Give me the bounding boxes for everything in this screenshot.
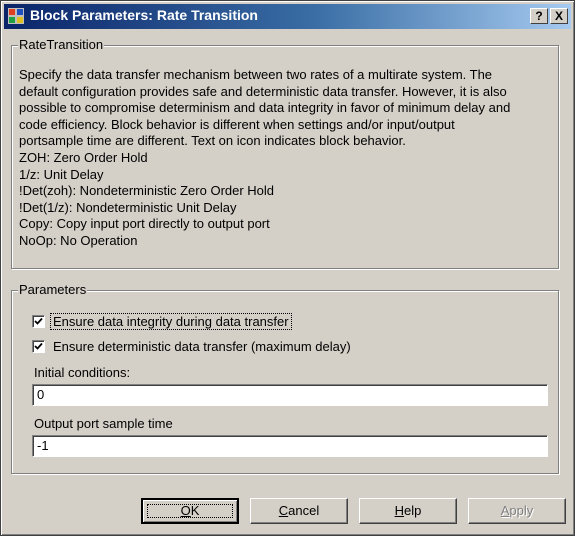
block-description: Specify the data transfer mechanism betw… [19,67,559,250]
initial-conditions-input[interactable]: 0 [32,384,548,406]
checkbox-box[interactable] [32,315,45,328]
window-title: Block Parameters: Rate Transition [30,7,258,23]
checkmark-icon [34,317,43,325]
cancel-button[interactable]: Cancel [250,498,348,524]
checkmark-icon [34,342,43,350]
description-line: 1/z: Unit Delay [19,166,104,182]
block-icon [8,8,24,24]
help-label: elp [404,503,422,518]
description-line: code efficiency. Block behavior is diffe… [19,116,455,132]
description-line: NoOp: No Operation [19,232,138,248]
apply-button[interactable]: Apply [468,498,566,524]
question-icon: ? [535,9,543,23]
output-sample-time-label: Output port sample time [34,416,173,431]
ok-button[interactable]: OK [141,498,239,524]
description-line: ZOH: Zero Order Hold [19,149,148,165]
rate-transition-label: RateTransition [18,37,105,52]
description-line: !Det(zoh): Nondeterministic Zero Order H… [19,183,275,199]
ensure-integrity-label: Ensure data integrity during data transf… [50,313,292,330]
parameters-label: Parameters [18,282,88,297]
title-bar[interactable]: Block Parameters: Rate Transition ? X [4,4,571,29]
ensure-deterministic-label: Ensure deterministic data transfer (maxi… [53,339,351,354]
dialog-window: Block Parameters: Rate Transition ? X Ra… [0,0,575,536]
description-line: Copy: Copy input port directly to output… [19,216,270,232]
description-line: Specify the data transfer mechanism betw… [19,67,493,82]
help-button[interactable]: Help [359,498,457,524]
description-line: default configuration provides safe and … [19,83,507,99]
initial-conditions-label: Initial conditions: [34,365,131,380]
checkbox-box[interactable] [32,340,45,353]
close-icon: X [554,9,563,23]
help-title-button[interactable]: ? [530,8,548,24]
cancel-mnemonic: C [278,503,289,518]
help-mnemonic: H [394,503,405,518]
description-line: possible to compromise determinism and d… [19,100,511,116]
cancel-label: ancel [288,503,320,518]
description-line: !Det(1/z): Nondeterministic Unit Delay [19,199,237,215]
close-button[interactable]: X [550,8,568,24]
output-sample-time-input[interactable]: -1 [32,435,548,457]
apply-label: pply [509,503,534,518]
focus-rect [147,504,233,518]
description-line: portsample time are different. Text on i… [19,133,406,149]
